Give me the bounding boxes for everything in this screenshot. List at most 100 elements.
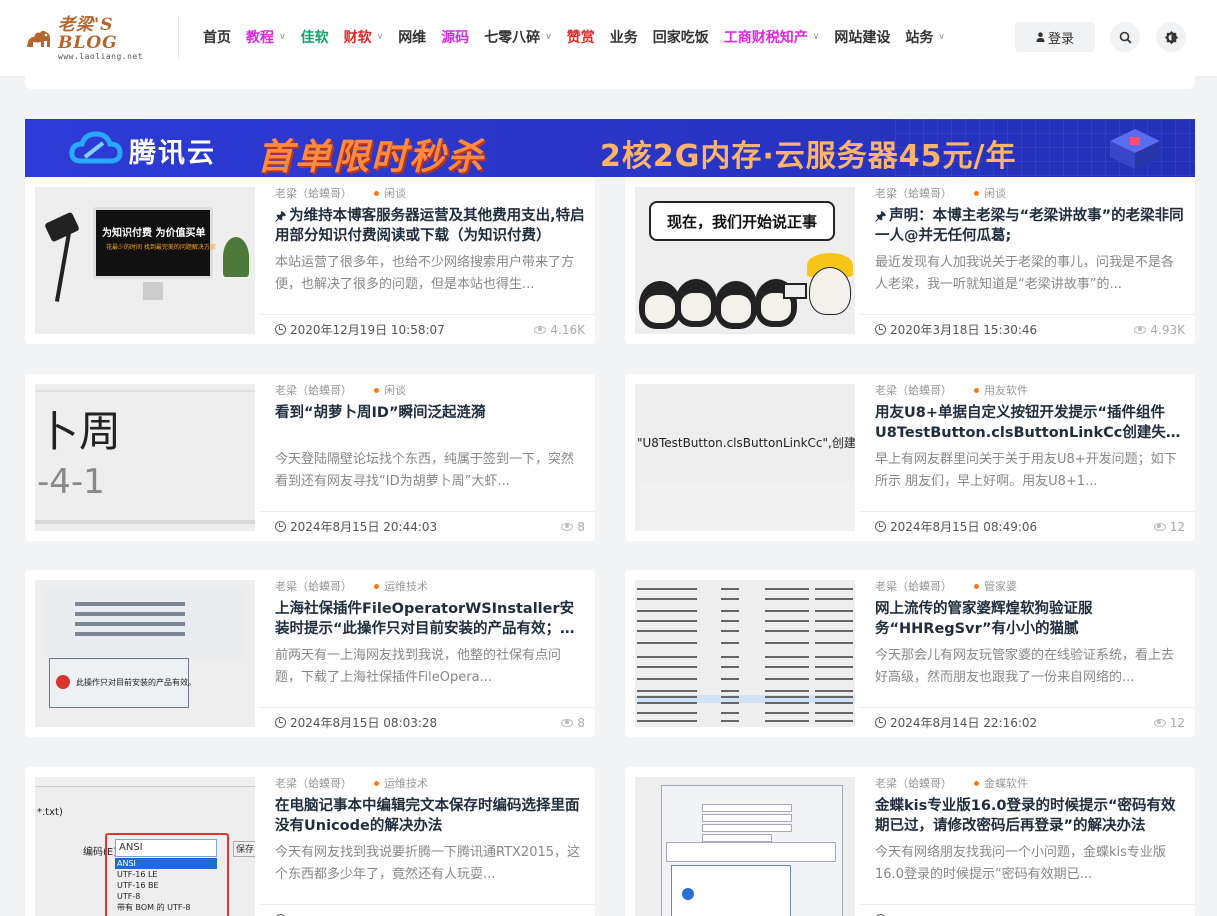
nav-item[interactable]: 财软 ∨	[344, 27, 384, 47]
thumb-text: -4-1	[37, 462, 105, 502]
post-card[interactable]: Kingdee 老梁（蛤蟆哥） 金蝶软件 金蝶kis专业版16.0登录的时候提示…	[625, 767, 1195, 916]
nav-item[interactable]: 站务 ∨	[905, 27, 945, 47]
post-views: 8	[577, 715, 585, 730]
thumb-text: 保存	[233, 841, 255, 857]
post-category[interactable]: 运维技术	[384, 775, 428, 791]
post-card[interactable]: 为知识付费 为价值买单 花最少的时间 找到最完美的问题解决方案 老梁（蛤蟆哥） 闲…	[25, 177, 595, 344]
post-card[interactable]: *.txt) 编码(E): ANSI 保存 ANSI UTF-16 LE UTF…	[25, 767, 595, 916]
clock-icon	[875, 324, 886, 335]
post-thumbnail[interactable]: 为知识付费 为价值买单 花最少的时间 找到最完美的问题解决方案	[35, 187, 255, 334]
post-title[interactable]: 上海社保插件FileOperatorWSInstaller安装时提示“此操作只对…	[275, 599, 585, 639]
category-dot-icon	[374, 583, 379, 589]
post-title-text: 为维持本博客服务器运营及其他费用支出,特启用部分知识付费阅读或下载（为知识付费）	[275, 208, 585, 244]
nav-item[interactable]: 七零八碎 ∨	[484, 27, 552, 47]
post-category[interactable]: 闲谈	[984, 185, 1006, 201]
search-button[interactable]	[1110, 22, 1140, 52]
post-date: 2024年8月15日 08:03:28	[290, 716, 438, 730]
post-footer: 2020年12月19日 10:58:07 4.16K	[260, 314, 595, 344]
post-card[interactable]: 老梁（蛤蟆哥） 管家婆 网上流传的管家婆辉煌软狗验证服务“HHRegSvr”有小…	[625, 570, 1195, 737]
post-views: 12	[1169, 715, 1185, 730]
post-thumbnail[interactable]	[635, 580, 855, 727]
thumb-text: 为知识付费 为价值买单	[102, 228, 206, 239]
post-title[interactable]: 在电脑记事本中编辑完文本保存时编码选择里面没有Unicode的解决办法	[275, 796, 585, 836]
post-excerpt: 今天登陆隔壁论坛找个东西，纯属于签到一下，突然看到还有网友寻找“ID为胡萝卜周”…	[275, 452, 575, 489]
chevron-down-icon: ∨	[812, 32, 820, 42]
error-icon	[56, 675, 70, 689]
thumb-text: *.txt)	[37, 807, 63, 818]
post-thumbnail[interactable]: 现在，我们开始说正事	[635, 187, 855, 334]
nav-item[interactable]: 源码	[441, 27, 469, 47]
post-title[interactable]: 看到“胡萝卜周ID”瞬间泛起涟漪	[275, 403, 585, 443]
nav-item-label: 业务	[609, 30, 638, 46]
site-logo[interactable]: 老梁'S BLOG www.laoliang.net	[24, 16, 154, 61]
category-dot-icon	[374, 780, 379, 786]
post-thumbnail[interactable]: 此操作只对目前安装的产品有效。	[35, 580, 255, 727]
nav-item-label: 七零八碎	[484, 30, 541, 46]
clock-icon	[875, 521, 886, 532]
eye-icon	[534, 325, 547, 334]
post-author[interactable]: 老梁（蛤蟆哥）	[275, 775, 352, 791]
header-divider	[178, 16, 179, 58]
post-title[interactable]: 用友U8+单据自定义按钮开发提示“插件组件U8TestButton.clsBut…	[875, 403, 1185, 443]
ad-banner[interactable]: 腾讯云 首单限时秒杀 2核2G内存·云服务器45元/年	[25, 119, 1195, 177]
nav-item[interactable]: 网站建设	[834, 27, 890, 47]
post-thumbnail[interactable]: "U8TestButton.clsButtonLinkCc",创建失败，请	[635, 384, 855, 531]
post-category[interactable]: 管家婆	[984, 578, 1017, 594]
post-author[interactable]: 老梁（蛤蟆哥）	[875, 185, 952, 201]
post-title-text: 用友U8+单据自定义按钮开发提示“插件组件U8TestButton.clsBut…	[875, 405, 1166, 441]
banner-brand: 腾讯云	[129, 138, 216, 169]
clock-icon	[275, 521, 286, 532]
post-category[interactable]: 闲谈	[384, 382, 406, 398]
nav-item[interactable]: 网维	[398, 27, 426, 47]
chevron-down-icon: ∨	[938, 32, 945, 42]
post-category[interactable]: 闲谈	[384, 185, 406, 201]
nav-item[interactable]: 回家吃饭	[653, 27, 709, 47]
post-footer: 2024年8月15日 20:44:03 8	[260, 511, 595, 541]
post-thumbnail[interactable]: *.txt) 编码(E): ANSI 保存 ANSI UTF-16 LE UTF…	[35, 777, 255, 916]
nav-item[interactable]: 教程 ∨	[246, 27, 286, 47]
post-category[interactable]: 运维技术	[384, 578, 428, 594]
post-thumbnail[interactable]: Kingdee	[635, 777, 855, 916]
post-card[interactable]: 现在，我们开始说正事 老梁（蛤蟆哥） 闲谈 🖈 声明：本博主老梁与“老梁讲故事”的…	[625, 177, 1195, 344]
post-author[interactable]: 老梁（蛤蟆哥）	[875, 382, 952, 398]
post-excerpt: 本站运营了很多年，也给不少网络搜索用户带来了方便，也解决了很多的问题，但是本站也…	[275, 255, 575, 292]
login-button[interactable]: 登录	[1015, 22, 1095, 52]
main-nav: 首页 教程 ∨ 佳软 财软 ∨ 网维 源码 七零八碎 ∨ 赞赏 业务 回家吃饭 工商财税知产 ∨ 网站建设 站务…	[203, 27, 960, 47]
eye-icon	[561, 522, 574, 531]
post-title[interactable]: 网上流传的管家婆辉煌软狗验证服务“HHRegSvr”有小小的猫腻	[875, 599, 1185, 639]
post-card[interactable]: 此操作只对目前安装的产品有效。 老梁（蛤蟆哥） 运维技术 上海社保插件FileO…	[25, 570, 595, 737]
nav-item[interactable]: 业务	[610, 27, 638, 47]
post-card[interactable]: 卜周 -4-1 老梁（蛤蟆哥） 闲谈 看到“胡萝卜周ID”瞬间泛起涟漪 今天登陆…	[25, 374, 595, 541]
nav-item[interactable]: 首页	[203, 27, 231, 47]
nav-item[interactable]: 工商财税知产 ∨	[724, 27, 820, 47]
post-thumbnail[interactable]: 卜周 -4-1	[35, 384, 255, 531]
post-author[interactable]: 老梁（蛤蟆哥）	[275, 382, 352, 398]
site-header: 老梁'S BLOG www.laoliang.net 首页 教程 ∨ 佳软 财软 ∨ 网维源…	[0, 0, 1217, 76]
post-category[interactable]: 金蝶软件	[984, 775, 1028, 791]
nav-item-label: 赞赏	[566, 30, 595, 46]
theme-toggle-button[interactable]	[1156, 22, 1186, 52]
post-author[interactable]: 老梁（蛤蟆哥）	[275, 185, 352, 201]
post-card[interactable]: "U8TestButton.clsButtonLinkCc",创建失败，请 老梁…	[625, 374, 1195, 541]
post-category[interactable]: 用友软件	[984, 382, 1028, 398]
nav-item[interactable]: 赞赏	[567, 27, 595, 47]
banner-offer: 2核2G内存·云服务器45元/年	[600, 139, 1017, 174]
nav-item[interactable]: 佳软	[301, 27, 329, 47]
post-excerpt: 今天有网友找到我说要折腾一下腾讯通RTX2015，这个东西都多少年了，竟然还有人…	[275, 845, 581, 882]
post-author[interactable]: 老梁（蛤蟆哥）	[275, 578, 352, 594]
cloud-logo-icon	[69, 131, 123, 164]
post-title[interactable]: 🖈 声明：本博主老梁与“老梁讲故事”的老梁非同一人@并无任何瓜葛;	[875, 206, 1185, 246]
post-footer: 2024年8月15日 08:49:06 12	[860, 511, 1195, 541]
cube-graphic-icon	[1110, 129, 1160, 169]
nav-item-label: 网维	[398, 30, 427, 46]
post-title[interactable]: 🖈 为维持本博客服务器运营及其他费用支出,特启用部分知识付费阅读或下载（为知识付费…	[275, 206, 585, 246]
thumb-text: "U8TestButton.clsButtonLinkCc",创建失败，请	[637, 436, 855, 450]
thumb-text: Kingdee	[663, 907, 793, 916]
post-author[interactable]: 老梁（蛤蟆哥）	[875, 578, 952, 594]
thumb-text: 卜周	[37, 407, 122, 456]
post-title-text: 网上流传的管家婆辉煌软狗验证服务“HHRegSvr”有小小的猫腻	[875, 601, 1093, 637]
category-dot-icon	[374, 190, 379, 196]
post-author[interactable]: 老梁（蛤蟆哥）	[875, 775, 952, 791]
post-title[interactable]: 金蝶kis专业版16.0登录的时候提示“密码有效期已过，请修改密码后再登录”的解…	[875, 796, 1185, 836]
post-title-text: 看到“胡萝卜周ID”瞬间泛起涟漪	[275, 405, 486, 421]
